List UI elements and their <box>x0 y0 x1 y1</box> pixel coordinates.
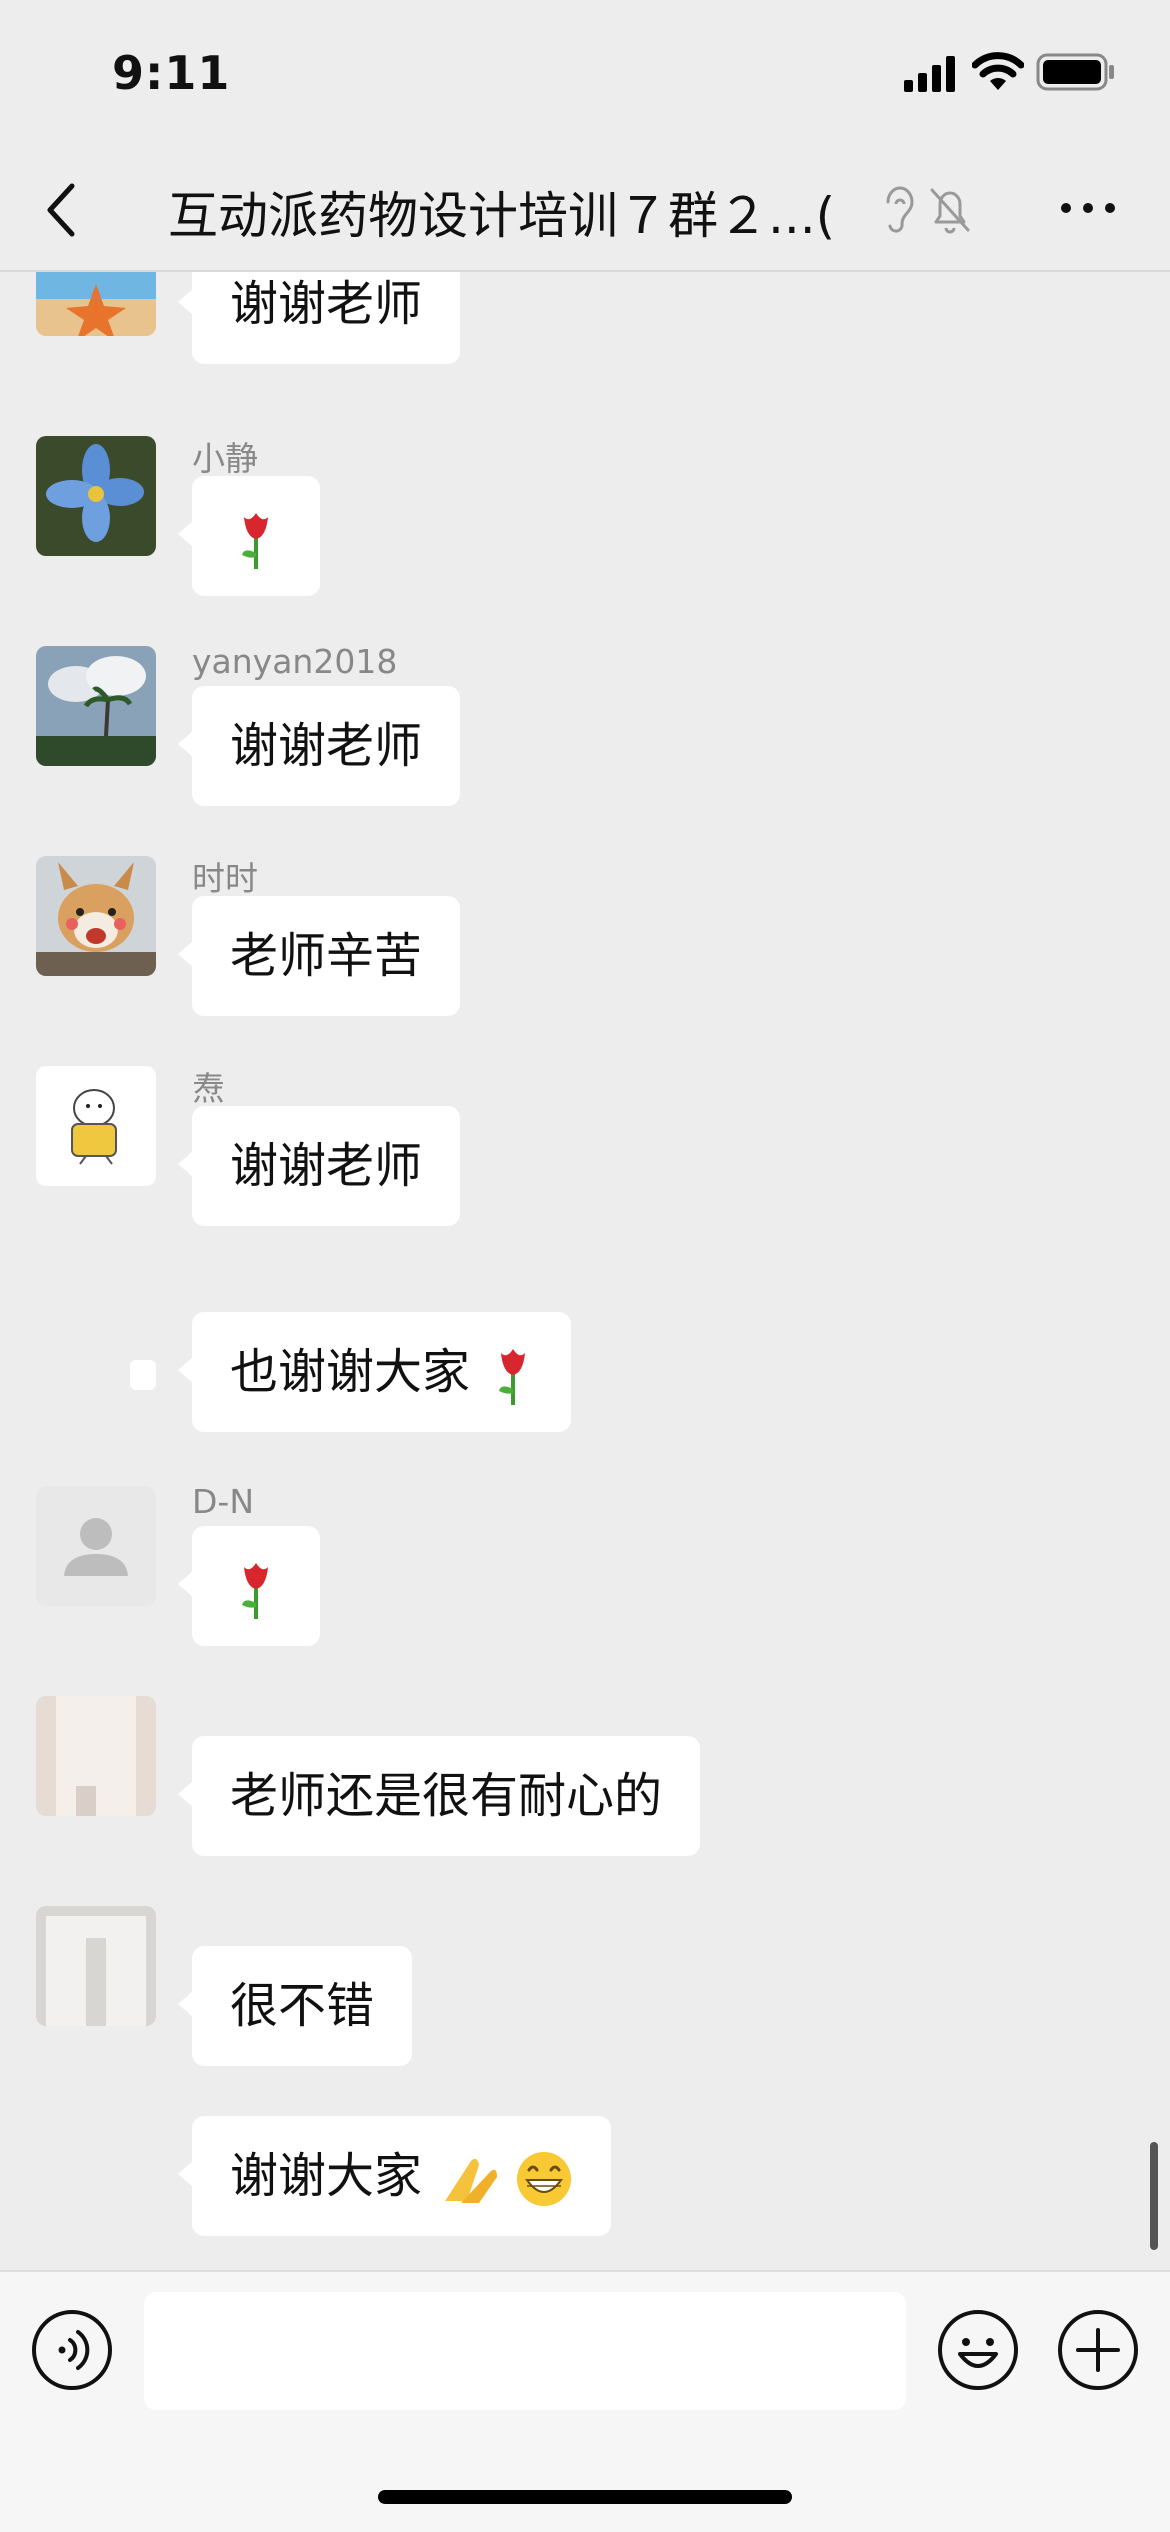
sender-name: yanyan2018 <box>192 642 398 681</box>
message-row: 时时 老师辛苦 <box>0 856 1170 1056</box>
status-bar: 9:11 <box>0 0 1170 150</box>
more-functions-plus-icon[interactable] <box>1056 2308 1140 2392</box>
message-row: 谢谢大家 <box>0 2116 1170 2270</box>
message-row: yanyan2018 谢谢老师 <box>0 642 1170 846</box>
chat-screen: 9:11 互动派药物设计培训７群２...( ) 谢谢老师 小静 yanyan20… <box>0 0 1170 2532</box>
sender-name: 小静 <box>192 439 258 478</box>
message-row: 焘 谢谢老师 <box>0 1066 1170 1266</box>
message-text: 也谢谢大家 <box>230 1344 471 1400</box>
earpiece-mode-icon <box>886 186 914 233</box>
avatar[interactable] <box>36 1486 156 1606</box>
message-row: D-N <box>0 1482 1170 1686</box>
chat-title[interactable]: 互动派药物设计培训７群２...( ) <box>168 176 888 248</box>
scrollbar[interactable] <box>1150 2142 1158 2250</box>
message-text: 老师还是很有耐心的 <box>230 1768 663 1824</box>
home-indicator[interactable] <box>378 2490 792 2504</box>
message-text: 谢谢老师 <box>230 718 423 774</box>
message-text: 谢谢大家 <box>230 2148 423 2204</box>
rose-emoji-icon <box>242 1563 268 1619</box>
avatar[interactable] <box>36 1066 156 1186</box>
avatar[interactable] <box>36 646 156 766</box>
battery-icon <box>1036 53 1114 91</box>
message-row: 老师还是很有耐心的 <box>0 1696 1170 1896</box>
avatar[interactable] <box>36 1312 156 1432</box>
avatar[interactable] <box>36 272 156 336</box>
grinning-face-emoji-icon <box>516 2152 571 2206</box>
emoji-picker-icon[interactable] <box>936 2308 1020 2392</box>
avatar[interactable] <box>36 1906 156 2026</box>
message-text: 谢谢老师 <box>230 1138 423 1194</box>
rose-emoji-icon <box>242 513 268 569</box>
message-bubble[interactable]: 谢谢大家 <box>178 2116 611 2236</box>
message-bubble[interactable]: 也谢谢大家 <box>177 1312 572 1432</box>
message-row: 小静 <box>0 436 1170 636</box>
message-text: 很不错 <box>230 1978 375 2034</box>
voice-input-icon[interactable] <box>30 2308 114 2392</box>
message-bubble[interactable]: 谢谢老师 <box>177 686 461 806</box>
message-text: 谢谢老师 <box>230 276 423 332</box>
back-icon[interactable] <box>40 180 84 240</box>
wifi-icon <box>972 52 1024 90</box>
message-bubble[interactable]: 谢谢老师 <box>177 1106 461 1226</box>
message-bubble[interactable] <box>178 476 320 596</box>
avatar[interactable] <box>36 436 156 556</box>
message-row: 也谢谢大家 <box>0 1312 1170 1472</box>
avatar[interactable] <box>36 856 156 976</box>
sender-name: 焘 <box>192 1069 225 1108</box>
message-bubble[interactable]: 谢谢老师 <box>177 272 461 364</box>
message-bubble[interactable]: 很不错 <box>177 1946 413 2066</box>
more-options-icon[interactable] <box>1058 196 1118 220</box>
message-text: 老师辛苦 <box>230 928 423 984</box>
message-bubble[interactable]: 老师辛苦 <box>177 896 461 1016</box>
praying-hands-emoji-icon <box>445 2158 498 2203</box>
message-row: 很不错 <box>0 1906 1170 2106</box>
message-input[interactable] <box>144 2292 906 2410</box>
rose-emoji-icon <box>499 1349 526 1405</box>
cellular-signal-icon <box>904 56 955 92</box>
message-bubble[interactable]: 老师还是很有耐心的 <box>177 1736 701 1856</box>
message-list[interactable]: 谢谢老师 小静 yanyan2018 谢谢老师 时时 老师辛苦 焘 谢谢老师 也… <box>0 272 1170 2270</box>
avatar[interactable] <box>36 1696 156 1816</box>
sender-name: 时时 <box>192 859 258 898</box>
message-bubble[interactable] <box>178 1526 320 1646</box>
sender-name: D-N <box>192 1482 255 1521</box>
nav-bar: 互动派药物设计培训７群２...( ) <box>0 150 1170 272</box>
message-row: 谢谢老师 <box>0 272 1170 404</box>
mute-notifications-icon <box>930 188 970 234</box>
status-time: 9:11 <box>112 46 231 100</box>
